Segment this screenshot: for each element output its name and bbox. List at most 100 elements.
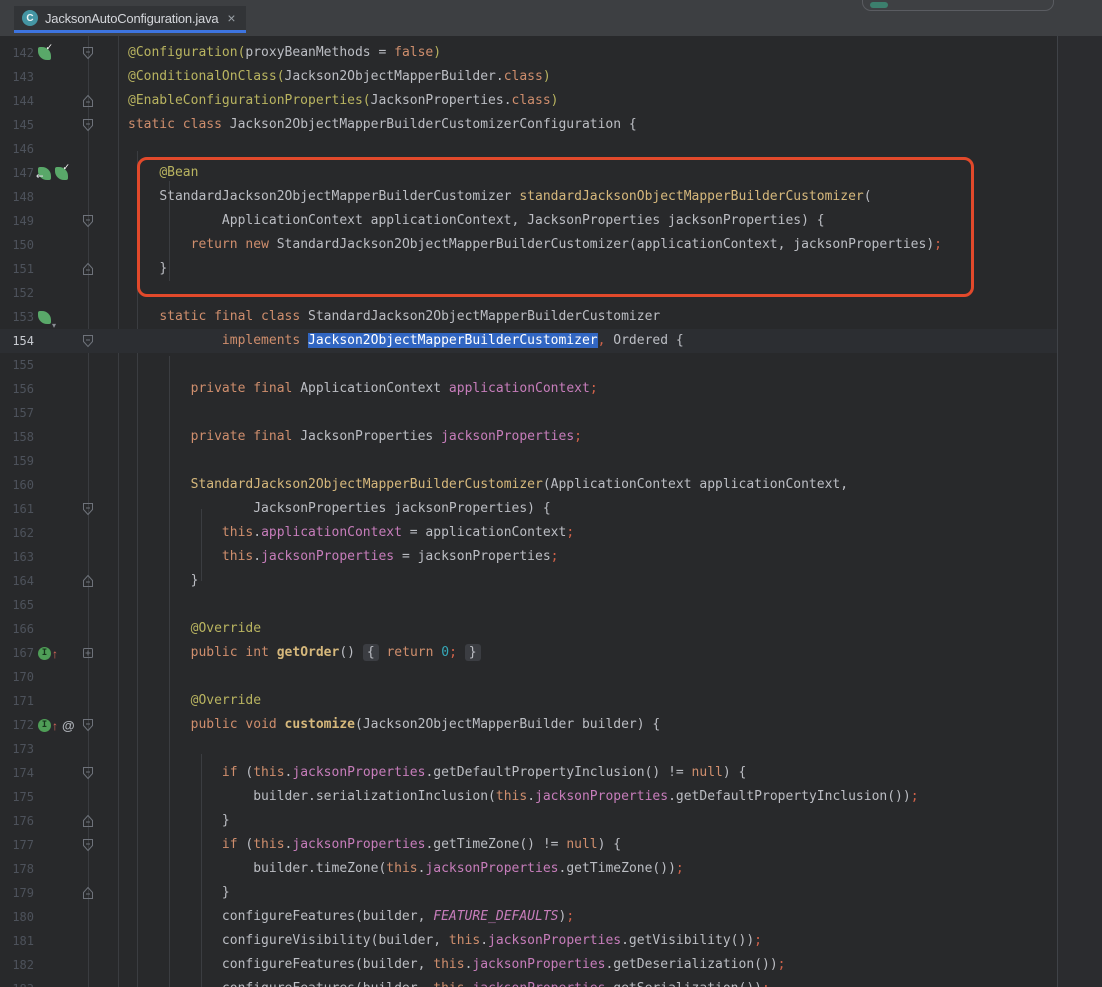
line-number[interactable]: 143 <box>0 65 34 89</box>
line-number[interactable]: 155 <box>0 353 34 377</box>
fold-marker-down[interactable] <box>82 214 94 228</box>
fold-marker-up[interactable] <box>82 94 94 108</box>
line-number[interactable]: 153 <box>0 305 34 329</box>
line-number[interactable]: 160 <box>0 473 34 497</box>
line-number[interactable]: 147 <box>0 161 34 185</box>
code-line[interactable]: 157 <box>0 401 1057 425</box>
line-number[interactable]: 161 <box>0 497 34 521</box>
code-line[interactable]: 164 } <box>0 569 1057 593</box>
code-line[interactable]: 182 configureFeatures(builder, this.jack… <box>0 953 1057 977</box>
code-line[interactable]: 166 @Override <box>0 617 1057 641</box>
code-line[interactable]: 179 } <box>0 881 1057 905</box>
line-number[interactable]: 183 <box>0 977 34 987</box>
line-number[interactable]: 159 <box>0 449 34 473</box>
overrides-up-arrow-icon[interactable]: ↑ <box>52 719 58 733</box>
fold-marker-up[interactable] <box>82 886 94 900</box>
implements-method-icon[interactable]: I <box>38 647 51 660</box>
code-line[interactable]: 160 StandardJackson2ObjectMapperBuilderC… <box>0 473 1057 497</box>
code-line[interactable]: 178 builder.timeZone(this.jacksonPropert… <box>0 857 1057 881</box>
code-line[interactable]: 175 builder.serializationInclusion(this.… <box>0 785 1057 809</box>
code-line[interactable]: 155 <box>0 353 1057 377</box>
line-number[interactable]: 180 <box>0 905 34 929</box>
code-line[interactable]: 161 JacksonProperties jacksonProperties)… <box>0 497 1057 521</box>
line-number[interactable]: 177 <box>0 833 34 857</box>
line-number[interactable]: 170 <box>0 665 34 689</box>
line-number[interactable]: 173 <box>0 737 34 761</box>
code-line[interactable]: 145static class Jackson2ObjectMapperBuil… <box>0 113 1057 137</box>
code-line[interactable]: 176 } <box>0 809 1057 833</box>
spring-bean-icon[interactable]: ▾ <box>38 311 51 324</box>
code-line[interactable]: 163 this.jacksonProperties = jacksonProp… <box>0 545 1057 569</box>
code-line[interactable]: 162 this.applicationContext = applicatio… <box>0 521 1057 545</box>
code-line[interactable]: 153▾ static final class StandardJackson2… <box>0 305 1057 329</box>
line-number[interactable]: 158 <box>0 425 34 449</box>
spring-bean-check-icon[interactable]: ✓ <box>38 47 51 60</box>
fold-marker-down[interactable] <box>82 46 94 60</box>
fold-marker-down[interactable] <box>82 838 94 852</box>
code-line[interactable]: 173 <box>0 737 1057 761</box>
line-number[interactable]: 165 <box>0 593 34 617</box>
line-number[interactable]: 144 <box>0 89 34 113</box>
fold-marker-down[interactable] <box>82 334 94 348</box>
code-line[interactable]: 165 <box>0 593 1057 617</box>
line-number[interactable]: 152 <box>0 281 34 305</box>
line-number[interactable]: 156 <box>0 377 34 401</box>
line-number[interactable]: 145 <box>0 113 34 137</box>
code-line[interactable]: 170 <box>0 665 1057 689</box>
fold-marker-up[interactable] <box>82 814 94 828</box>
scrollbar-stripe[interactable] <box>1057 36 1102 987</box>
code-line[interactable]: 181 configureVisibility(builder, this.ja… <box>0 929 1057 953</box>
code-line[interactable]: 177 if (this.jacksonProperties.getTimeZo… <box>0 833 1057 857</box>
line-number[interactable]: 151 <box>0 257 34 281</box>
fold-marker-up[interactable] <box>82 574 94 588</box>
gutter-icons: ✓ <box>38 46 51 61</box>
code-line[interactable]: 154 implements Jackson2ObjectMapperBuild… <box>0 329 1057 353</box>
fold-marker-up[interactable] <box>82 262 94 276</box>
line-number[interactable]: 182 <box>0 953 34 977</box>
implements-method-icon[interactable]: I <box>38 719 51 732</box>
line-number[interactable]: 148 <box>0 185 34 209</box>
code-line[interactable]: 142✓@Configuration(proxyBeanMethods = fa… <box>0 41 1057 65</box>
spring-bean-dependencies-icon[interactable]: ← <box>38 167 51 180</box>
line-number[interactable]: 171 <box>0 689 34 713</box>
line-number[interactable]: 181 <box>0 929 34 953</box>
line-number[interactable]: 163 <box>0 545 34 569</box>
code-line[interactable]: 171 @Override <box>0 689 1057 713</box>
fold-marker-down[interactable] <box>82 118 94 132</box>
line-number[interactable]: 162 <box>0 521 34 545</box>
line-number[interactable]: 157 <box>0 401 34 425</box>
line-number[interactable]: 172 <box>0 713 34 737</box>
code-line[interactable]: 167I↑ public int getOrder() { return 0; … <box>0 641 1057 665</box>
line-number[interactable]: 164 <box>0 569 34 593</box>
code-line[interactable]: 172I↑@ public void customize(Jackson2Obj… <box>0 713 1057 737</box>
line-number[interactable]: 178 <box>0 857 34 881</box>
line-number[interactable]: 176 <box>0 809 34 833</box>
code-text: builder.serializationInclusion(this.jack… <box>118 785 919 809</box>
tab-jackson-auto-configuration[interactable]: C JacksonAutoConfiguration.java × <box>14 6 246 33</box>
line-number[interactable]: 142 <box>0 41 34 65</box>
line-number[interactable]: 166 <box>0 617 34 641</box>
code-line[interactable]: 143@ConditionalOnClass(Jackson2ObjectMap… <box>0 65 1057 89</box>
fold-marker-down[interactable] <box>82 766 94 780</box>
overrides-up-arrow-icon[interactable]: ↑ <box>52 647 58 661</box>
code-line[interactable]: 159 <box>0 449 1057 473</box>
code-line[interactable]: 183 configureFeatures(builder, this.jack… <box>0 977 1057 987</box>
line-number[interactable]: 174 <box>0 761 34 785</box>
code-line[interactable]: 180 configureFeatures(builder, FEATURE_D… <box>0 905 1057 929</box>
line-number[interactable]: 167 <box>0 641 34 665</box>
line-number[interactable]: 146 <box>0 137 34 161</box>
line-number[interactable]: 150 <box>0 233 34 257</box>
line-number[interactable]: 149 <box>0 209 34 233</box>
code-line[interactable]: 156 private final ApplicationContext app… <box>0 377 1057 401</box>
line-number[interactable]: 154 <box>0 329 34 353</box>
tab-close-icon[interactable]: × <box>227 11 235 25</box>
code-line[interactable]: 174 if (this.jacksonProperties.getDefaul… <box>0 761 1057 785</box>
fold-marker-down[interactable] <box>82 502 94 516</box>
fold-marker-down[interactable] <box>82 718 94 732</box>
code-line[interactable]: 144@EnableConfigurationProperties(Jackso… <box>0 89 1057 113</box>
spring-bean-check-icon[interactable]: ✓ <box>55 167 68 180</box>
fold-marker-plus[interactable] <box>82 646 94 660</box>
line-number[interactable]: 179 <box>0 881 34 905</box>
line-number[interactable]: 175 <box>0 785 34 809</box>
code-line[interactable]: 158 private final JacksonProperties jack… <box>0 425 1057 449</box>
